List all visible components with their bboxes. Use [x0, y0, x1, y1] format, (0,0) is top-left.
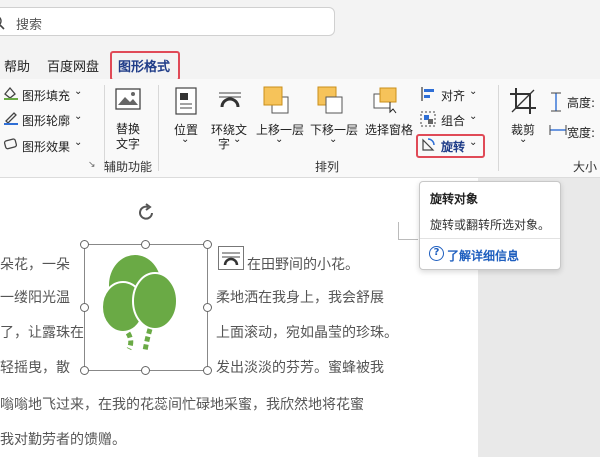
doc-text-line: 我对勤劳者的馈赠。 — [0, 432, 126, 448]
title-bar: 搜索 — [0, 0, 600, 48]
align-icon — [421, 87, 434, 101]
position-icon — [175, 87, 197, 115]
selection-pane-button[interactable]: 选择窗格 — [365, 121, 413, 138]
doc-text-line: 嗡嗡地飞过来，在我的花蕊间忙碌地采蜜，我欣然地将花蜜 — [0, 397, 364, 413]
doc-text-line: 上面滚动，宛如晶莹的珍珠。 — [216, 325, 398, 341]
chevron-down-icon[interactable]: ⌄ — [181, 134, 189, 145]
shape-outline-button[interactable]: 图形轮廓 — [22, 112, 70, 129]
help-icon[interactable]: ? — [429, 246, 444, 261]
layout-options-button[interactable] — [218, 246, 244, 270]
group-button[interactable]: 组合 — [441, 112, 465, 129]
height-label: 高度: — [567, 96, 596, 110]
wrap-text-icon — [219, 92, 241, 108]
balloon-graphic[interactable] — [95, 251, 195, 367]
search-label: 搜索 — [16, 18, 43, 33]
learn-more-link[interactable]: 了解详细信息 — [447, 247, 519, 264]
tab-baidu-netdisk[interactable]: 百度网盘 — [47, 56, 99, 75]
resize-handle[interactable] — [80, 303, 89, 312]
rotate-highlight — [416, 134, 485, 158]
chevron-down-icon[interactable]: ⌄ — [469, 111, 477, 122]
shape-effects-button[interactable]: 图形效果 — [22, 138, 70, 155]
chevron-down-icon[interactable]: ⌄ — [74, 137, 82, 148]
resize-handle[interactable] — [141, 240, 150, 249]
doc-text-line: 朵花，一朵 — [0, 257, 70, 273]
chevron-down-icon[interactable]: ⌄ — [74, 111, 82, 122]
selection-pane-icon — [373, 87, 397, 114]
doc-text-line: 发出淡淡的芬芳。蜜蜂被我 — [216, 360, 384, 376]
doc-text-line: 在田野间的小花。 — [247, 257, 359, 273]
margin-mark — [398, 222, 418, 240]
active-tab-highlight — [110, 51, 180, 81]
group-label-accessibility: 辅助功能 — [104, 160, 153, 174]
ribbon-tabs: 帮助 百度网盘 图形格式 — [0, 48, 600, 81]
doc-text-line: 柔地洒在我身上，我会舒展 — [216, 290, 384, 306]
resize-handle[interactable] — [203, 303, 212, 312]
width-label: 宽度: — [567, 126, 596, 140]
rotate-tooltip: 旋转对象 旋转或翻转所选对象。 ? 了解详细信息 — [419, 181, 561, 270]
wrap-text-icon — [222, 252, 240, 266]
tooltip-title: 旋转对象 — [430, 192, 479, 206]
resize-handle[interactable] — [80, 366, 89, 375]
group-icon — [420, 111, 436, 127]
doc-text-line: 了，让露珠在 — [0, 325, 84, 341]
resize-handle[interactable] — [203, 366, 212, 375]
shape-fill-icon — [4, 86, 18, 100]
alt-text-button-line2[interactable]: 文字 — [116, 135, 140, 152]
align-button[interactable]: 对齐 — [441, 87, 465, 104]
chevron-down-icon[interactable]: ⌄ — [275, 134, 283, 145]
selected-graphic-frame[interactable] — [84, 244, 208, 371]
alt-text-icon — [115, 88, 141, 110]
tab-help[interactable]: 帮助 — [4, 56, 30, 75]
send-backward-icon — [317, 86, 343, 114]
chevron-down-icon[interactable]: ⌄ — [469, 86, 477, 97]
chevron-down-icon[interactable]: ⌄ — [233, 134, 241, 145]
resize-handle[interactable] — [203, 240, 212, 249]
width-icon — [549, 125, 567, 135]
ribbon-separator — [498, 85, 499, 171]
crop-icon — [510, 88, 536, 114]
dialog-launcher-icon[interactable]: ↘ — [88, 160, 96, 170]
doc-text-line: 轻摇曳，散 — [0, 360, 70, 376]
shape-outline-icon — [4, 112, 18, 125]
tooltip-description: 旋转或翻转所选对象。 — [430, 218, 551, 232]
chevron-down-icon[interactable]: ⌄ — [519, 134, 527, 145]
resize-handle[interactable] — [141, 366, 150, 375]
shape-effects-icon — [3, 138, 18, 150]
search-icon — [0, 16, 5, 30]
rotate-handle-icon[interactable] — [138, 203, 156, 223]
group-label-size: 大小 — [573, 160, 598, 174]
shape-fill-button[interactable]: 图形填充 — [22, 87, 70, 104]
bring-forward-icon — [263, 86, 289, 114]
chevron-down-icon[interactable]: ⌄ — [329, 134, 337, 145]
chevron-down-icon[interactable]: ⌄ — [74, 86, 82, 97]
doc-text-line: 一缕阳光温 — [0, 290, 70, 306]
wrap-text-button-line2[interactable]: 字 — [218, 135, 230, 152]
search-box[interactable]: 搜索 — [0, 7, 335, 36]
height-icon — [551, 92, 561, 112]
group-label-arrange: 排列 — [315, 160, 340, 174]
tooltip-divider — [420, 238, 560, 239]
resize-handle[interactable] — [80, 240, 89, 249]
ribbon-separator — [158, 85, 159, 171]
